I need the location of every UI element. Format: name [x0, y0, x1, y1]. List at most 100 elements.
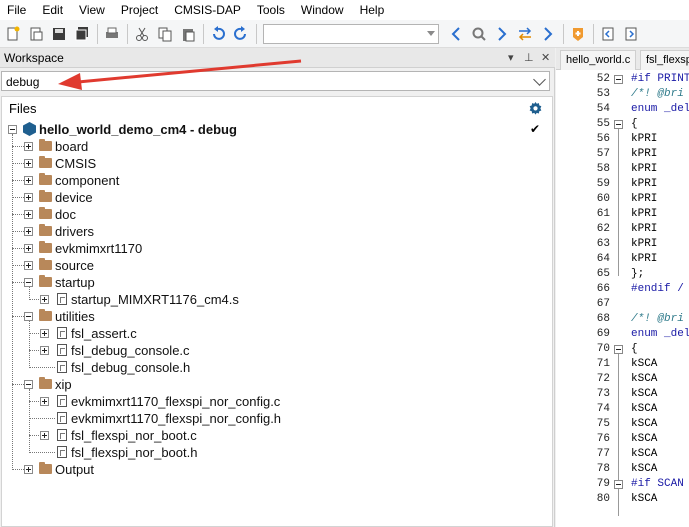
folder-node[interactable]: CMSIS — [2, 155, 552, 172]
toolbar-separator — [203, 23, 204, 44]
tree-guide-line — [29, 333, 39, 334]
open-icon[interactable] — [25, 23, 47, 45]
file-node[interactable]: evkmimxrt1170_flexspi_nor_config.h — [2, 410, 552, 427]
folder-label: startup — [55, 275, 95, 290]
configuration-select[interactable]: debug — [1, 71, 550, 91]
folder-icon — [39, 207, 52, 219]
file-node[interactable]: fsl_flexspi_nor_boot.c — [2, 427, 552, 444]
folder-node[interactable]: doc — [2, 206, 552, 223]
nav-forward-icon[interactable] — [491, 23, 513, 45]
fold-icon[interactable] — [614, 480, 623, 489]
expand-icon[interactable] — [40, 431, 49, 440]
code-line: }; — [631, 268, 645, 280]
pin-icon[interactable]: ⊥ — [524, 51, 534, 64]
menu-edit[interactable]: Edit — [34, 0, 71, 20]
expand-icon[interactable] — [40, 397, 49, 406]
folder-node[interactable]: device — [2, 189, 552, 206]
expand-icon[interactable] — [24, 159, 33, 168]
dropdown-icon[interactable]: ▾ — [508, 51, 514, 64]
expand-icon[interactable] — [24, 227, 33, 236]
combo-arrow-icon[interactable] — [427, 30, 435, 36]
file-icon — [57, 327, 67, 339]
redo-icon[interactable] — [230, 23, 252, 45]
folder-node[interactable]: utilities — [2, 308, 552, 325]
expand-icon[interactable] — [24, 193, 33, 202]
prev-file-icon[interactable] — [597, 23, 619, 45]
menu-window[interactable]: Window — [293, 0, 352, 20]
collapse-icon[interactable] — [24, 312, 33, 321]
menu-cmsis-dap[interactable]: CMSIS-DAP — [166, 0, 249, 20]
folder-node[interactable]: evkmimxrt1170 — [2, 240, 552, 257]
cut-icon[interactable] — [131, 23, 153, 45]
folder-node[interactable]: xip — [2, 376, 552, 393]
menu-tools[interactable]: Tools — [249, 0, 293, 20]
next-icon[interactable] — [537, 23, 559, 45]
find-combo[interactable] — [263, 23, 439, 44]
collapse-icon[interactable] — [8, 125, 17, 134]
collapse-icon[interactable] — [24, 380, 33, 389]
folder-node[interactable]: startup — [2, 274, 552, 291]
new-file-icon[interactable] — [2, 23, 24, 45]
expand-icon[interactable] — [24, 465, 33, 474]
replace-icon[interactable] — [514, 23, 536, 45]
find-icon[interactable] — [468, 23, 490, 45]
code-line: kPRI — [631, 223, 658, 235]
folder-node[interactable]: board — [2, 138, 552, 155]
expand-icon[interactable] — [24, 244, 33, 253]
fold-icon[interactable] — [614, 345, 623, 354]
toolbar-separator — [256, 23, 257, 44]
expand-icon[interactable] — [40, 295, 49, 304]
line-number: 55 — [596, 118, 610, 130]
close-icon[interactable]: ✕ — [541, 51, 550, 64]
file-node[interactable]: startup_MIMXRT1176_cm4.s — [2, 291, 552, 308]
menu-bar: File Edit View Project CMSIS-DAP Tools Window H… — [0, 0, 689, 20]
project-node[interactable]: hello_world_demo_cm4 - debug ✔ — [2, 121, 552, 138]
expand-icon[interactable] — [24, 210, 33, 219]
code-view[interactable]: 52 #if PRINT 53 /*! @bri 54 enum _del 55 {56 kP… — [556, 70, 689, 527]
undo-icon[interactable] — [207, 23, 229, 45]
menu-file[interactable]: File — [0, 0, 34, 20]
menu-help[interactable]: Help — [352, 0, 393, 20]
fold-icon[interactable] — [614, 120, 623, 129]
chevron-down-icon[interactable] — [533, 73, 546, 86]
expand-icon[interactable] — [24, 261, 33, 270]
line-number: 67 — [596, 298, 610, 310]
expand-icon[interactable] — [24, 142, 33, 151]
folder-node[interactable]: source — [2, 257, 552, 274]
folder-node[interactable]: drivers — [2, 223, 552, 240]
expand-icon[interactable] — [40, 329, 49, 338]
file-node[interactable]: evkmimxrt1170_flexspi_nor_config.c — [2, 393, 552, 410]
file-node[interactable]: fsl_flexspi_nor_boot.h — [2, 444, 552, 461]
file-node[interactable]: fsl_debug_console.h — [2, 359, 552, 376]
folder-label: board — [55, 139, 89, 154]
expand-icon[interactable] — [40, 346, 49, 355]
file-node[interactable]: fsl_assert.c — [2, 325, 552, 342]
expand-icon[interactable] — [24, 176, 33, 185]
folder-node[interactable]: Output — [2, 461, 552, 478]
save-all-icon[interactable] — [71, 23, 93, 45]
tree-guide-line — [29, 367, 55, 368]
code-line: kSCA — [631, 358, 658, 370]
gear-icon[interactable] — [529, 102, 542, 118]
folder-label: Output — [55, 462, 95, 477]
code-line: enum _del — [631, 328, 689, 340]
collapse-icon[interactable] — [24, 278, 33, 287]
copy-icon[interactable] — [154, 23, 176, 45]
nav-back-icon[interactable] — [445, 23, 467, 45]
next-file-icon[interactable] — [620, 23, 642, 45]
menu-view[interactable]: View — [71, 0, 113, 20]
bookmark-icon[interactable] — [567, 23, 589, 45]
tree-guide-line — [12, 231, 24, 232]
tree-guide-line — [29, 389, 30, 453]
menu-project[interactable]: Project — [113, 0, 166, 20]
tab-hello-world[interactable]: hello_world.c — [560, 50, 637, 70]
fold-icon[interactable] — [614, 75, 623, 84]
tab-fsl-flexspi[interactable]: fsl_flexsp — [640, 50, 689, 70]
print-icon[interactable] — [101, 23, 123, 45]
file-icon — [57, 446, 67, 458]
save-icon[interactable] — [48, 23, 70, 45]
folder-label: utilities — [55, 309, 95, 324]
paste-icon[interactable] — [177, 23, 199, 45]
file-node[interactable]: fsl_debug_console.c — [2, 342, 552, 359]
folder-node[interactable]: component — [2, 172, 552, 189]
